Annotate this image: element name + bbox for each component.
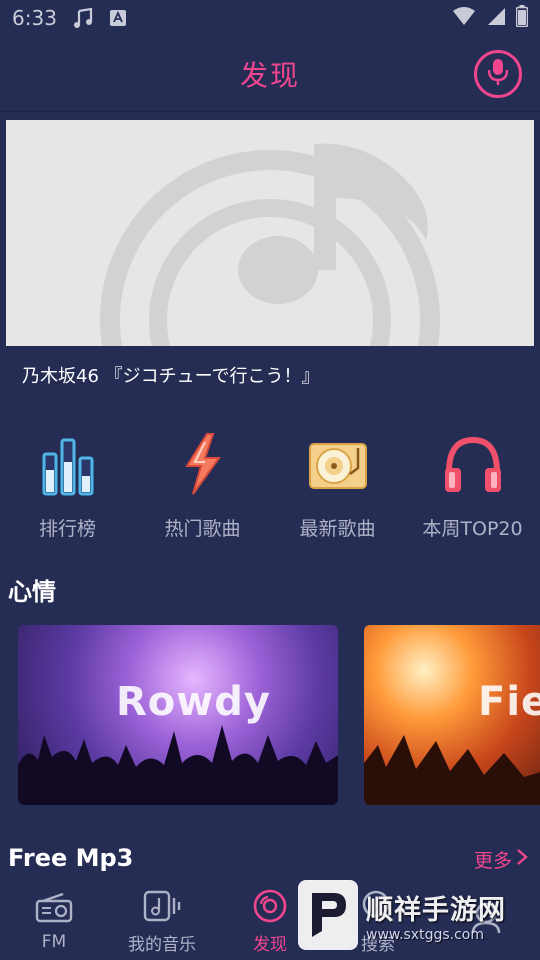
chart-bars-icon [36,432,100,496]
music-notification-icon [73,7,95,29]
keyboard-notification-icon [109,9,127,27]
mood-card-label: Rowdy [116,679,271,725]
category-label: 本周TOP20 [422,518,523,540]
nav-label: FM [41,932,67,952]
category-row: 排行榜 热门歌曲 最新歌曲 本周TOP20 [0,432,540,552]
headphones-icon [441,432,505,496]
watermark-logo-icon [298,880,358,950]
category-hot-songs[interactable]: 热门歌曲 [135,432,270,552]
featured-banner[interactable]: 乃木坂46 『ジコチューで行こう！』 [6,120,534,404]
nav-label: 发现 [253,934,287,955]
voice-search-button[interactable] [474,50,522,98]
category-weekly-top20[interactable]: 本周TOP20 [405,432,540,552]
turntable-icon [306,432,370,496]
site-watermark: 顺祥手游网 www.sxtggs.com [298,876,530,954]
mood-card-fiery[interactable]: Fier [364,625,540,805]
nav-fm[interactable]: FM [0,880,108,960]
battery-icon [515,4,529,32]
app-header: 发现 [0,36,540,112]
status-bar: 6:33 [0,0,540,36]
radio-icon [34,888,74,928]
music-note-icon [142,886,182,926]
mood-section-title: 心情 [8,578,56,606]
lightning-icon [171,432,235,496]
more-link[interactable]: 更多 [474,846,528,873]
nav-my-music[interactable]: 我的音乐 [108,880,216,960]
signal-icon [486,6,506,31]
category-label: 热门歌曲 [164,518,241,540]
category-label: 排行榜 [38,518,96,540]
page-title: 发现 [239,58,300,92]
status-time: 6:33 [12,6,57,30]
free-mp3-section-title: Free Mp3 [8,844,134,872]
watermark-url: www.sxtggs.com [366,926,485,943]
wifi-icon [452,6,476,31]
disc-icon [250,886,290,926]
nav-label: 我的音乐 [128,934,196,955]
more-label: 更多 [473,850,512,872]
chevron-right-icon [516,848,528,871]
category-label: 最新歌曲 [299,518,376,540]
microphone-icon [485,57,511,91]
banner-caption: 乃木坂46 『ジコチューで行こう！』 [6,346,534,404]
mood-card-label: Fier [478,679,540,725]
watermark-text: 顺祥手游网 [366,894,506,926]
category-new-songs[interactable]: 最新歌曲 [270,432,405,552]
mood-card-rowdy[interactable]: Rowdy [18,625,338,805]
category-charts[interactable]: 排行榜 [0,432,135,552]
